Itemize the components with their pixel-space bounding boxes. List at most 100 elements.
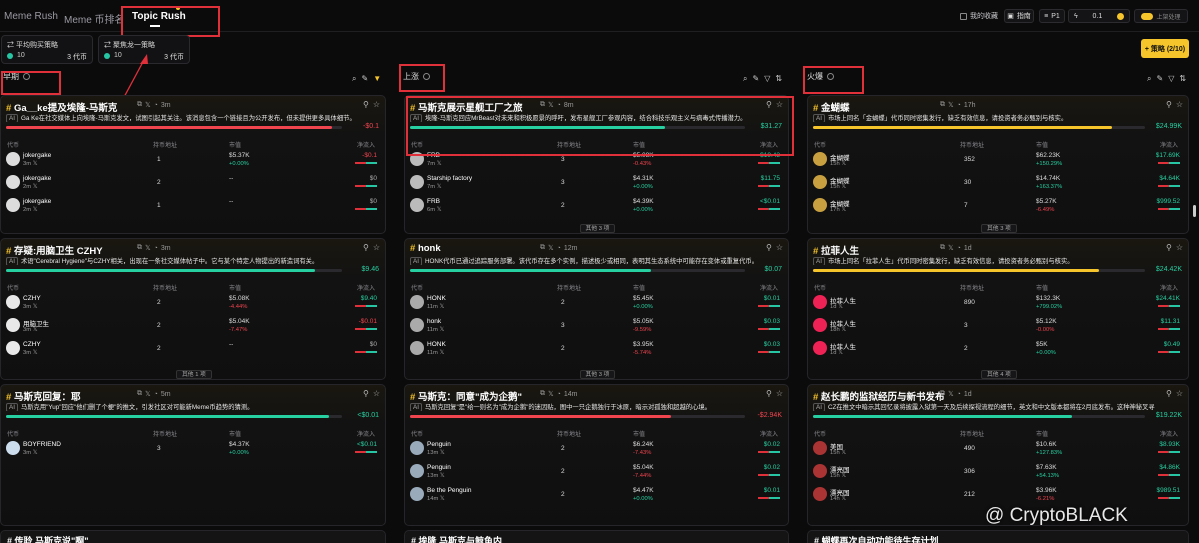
- wand-icon[interactable]: ✎: [1156, 74, 1163, 84]
- show-more-button[interactable]: 其他 4 项: [981, 370, 1017, 379]
- token-row[interactable]: jokergake 3m 𝕏 1 $5.37K +0.00% -$0.1: [1, 149, 385, 172]
- nav-meme-rush[interactable]: Meme Rush: [4, 11, 58, 22]
- token-row[interactable]: HONK 11m 𝕏 2 $5.45K +0.00% $0.01: [405, 292, 788, 315]
- add-strategy-button[interactable]: + 策略 (2/10): [1141, 39, 1189, 58]
- topic-card[interactable]: # 马斯克回复：耶 ⧉ 𝕏 ◔ 5m ⚲ ☆ AI 马斯克用"Yup"回应"他们删了个梗"…: [0, 384, 386, 526]
- topic-card[interactable]: # honk ⧉ 𝕏 ◔ 12m ⚲ ☆ AI HONK代币已通过追踪服务部署。该代币存在…: [404, 238, 789, 380]
- filter-icon[interactable]: ▽: [1168, 74, 1174, 84]
- x-icon[interactable]: 𝕏: [948, 101, 954, 109]
- sort-icon[interactable]: ⇅: [775, 74, 782, 84]
- star-icon[interactable]: ☆: [776, 389, 783, 398]
- token-row[interactable]: 漂亮国 15h 𝕏 306 $7.63K +54.13% $4.86K: [808, 461, 1188, 484]
- token-row[interactable]: Be the Penguin 14m 𝕏 2 $4.47K +0.00% $0.…: [405, 484, 788, 507]
- x-icon[interactable]: 𝕏: [841, 207, 846, 213]
- topic-card[interactable]: # 金蝴蝶 ⧉ 𝕏 ◔ 17h ⚲ ☆ AI 市场上同名「金蝴蝶」代币同时密集发行，缺乏有…: [807, 95, 1189, 234]
- token-row[interactable]: HONK 11m 𝕏 2 $3.95K -5.74% $0.03: [405, 338, 788, 361]
- x-icon[interactable]: 𝕏: [841, 450, 846, 456]
- wand-icon[interactable]: ✎: [752, 74, 759, 84]
- x-icon[interactable]: 𝕏: [33, 350, 38, 356]
- x-icon[interactable]: 𝕏: [838, 350, 843, 356]
- token-row[interactable]: Penguin 13m 𝕏 2 $6.24K -7.43% $0.02: [405, 438, 788, 461]
- token-row[interactable]: 美国 15h 𝕏 490 $10.6K +127.83% $8.93K: [808, 438, 1188, 461]
- star-icon[interactable]: ☆: [1176, 243, 1183, 252]
- x-icon[interactable]: 𝕏: [838, 304, 843, 310]
- x-icon[interactable]: 𝕏: [841, 161, 846, 167]
- x-icon[interactable]: 𝕏: [440, 496, 445, 502]
- copy-icon[interactable]: ⧉: [940, 390, 945, 398]
- show-more-button[interactable]: 其他 1 项: [176, 370, 212, 379]
- x-icon[interactable]: 𝕏: [437, 207, 442, 213]
- favorites-toggle[interactable]: 我的收藏: [960, 9, 998, 23]
- token-row[interactable]: 拉菲人生 18h 𝕏 3 $5.12K -0.00% $11.31: [808, 315, 1188, 338]
- token-row[interactable]: 拉菲人生 1d 𝕏 2 $5K +0.00% $0.49: [808, 338, 1188, 361]
- x-icon[interactable]: 𝕏: [948, 244, 954, 252]
- show-more-button[interactable]: 其他 3 项: [579, 224, 616, 233]
- copy-icon[interactable]: ⧉: [940, 101, 945, 109]
- pin-icon[interactable]: ⚲: [766, 389, 772, 398]
- pin-icon[interactable]: ⚲: [363, 243, 369, 252]
- x-icon[interactable]: 𝕏: [33, 304, 38, 310]
- p1-button[interactable]: ≡ P1: [1039, 9, 1065, 23]
- star-icon[interactable]: ☆: [373, 243, 380, 252]
- x-icon[interactable]: 𝕏: [33, 207, 38, 213]
- star-icon[interactable]: ☆: [776, 243, 783, 252]
- copy-icon[interactable]: ⧉: [540, 390, 545, 398]
- scrollbar[interactable]: [1193, 205, 1196, 217]
- pin-icon[interactable]: ⚲: [766, 243, 772, 252]
- x-icon[interactable]: 𝕏: [548, 244, 554, 252]
- search-icon[interactable]: ⌕: [743, 74, 747, 84]
- token-row[interactable]: 金蝴蝶 15h 𝕏 352 $62.23K +150.29% $17.69K: [808, 149, 1188, 172]
- token-row[interactable]: honk 11m 𝕏 3 $5.05K -9.59% $0.03: [405, 315, 788, 338]
- quick-buy-amount[interactable]: ϟ 0.1: [1068, 9, 1130, 23]
- x-icon[interactable]: 𝕏: [439, 304, 444, 310]
- topic-card-partial[interactable]: # 传聆 马斯克说"啊": [0, 530, 386, 543]
- x-icon[interactable]: 𝕏: [841, 496, 846, 502]
- token-row[interactable]: 拉菲人生 1d 𝕏 890 $132.3K +799.02% $24.41K: [808, 292, 1188, 315]
- copy-icon[interactable]: ⧉: [137, 101, 142, 109]
- star-icon[interactable]: ☆: [1176, 389, 1183, 398]
- show-more-button[interactable]: 其他 3 项: [579, 370, 616, 379]
- topic-card[interactable]: # Ga__ke提及埃隆-马斯克 ⧉ 𝕏 ◔ 3m ⚲ ☆ AI Ga Ke在社交媒体上向…: [0, 95, 386, 234]
- guide-button[interactable]: ▣ 指南: [1004, 9, 1034, 23]
- topic-card-partial[interactable]: # 埃隆 马斯克与鲸鱼内: [404, 530, 789, 543]
- token-row[interactable]: Penguin 13m 𝕏 2 $5.04K -7.44% $0.02: [405, 461, 788, 484]
- search-icon[interactable]: ⌕: [352, 74, 356, 84]
- star-icon[interactable]: ☆: [373, 100, 380, 109]
- x-icon[interactable]: 𝕏: [33, 450, 38, 456]
- copy-icon[interactable]: ⧉: [137, 390, 142, 398]
- x-icon[interactable]: 𝕏: [33, 327, 38, 333]
- token-row[interactable]: 漂亮国 14h 𝕏 212 $3.96K -6.21% $989.51: [808, 484, 1188, 507]
- copy-icon[interactable]: ⧉: [540, 244, 545, 252]
- pin-icon[interactable]: ⚲: [363, 100, 369, 109]
- token-row[interactable]: CZHY 3m 𝕏 2 -- $0: [1, 338, 385, 361]
- x-icon[interactable]: 𝕏: [33, 161, 38, 167]
- x-icon[interactable]: 𝕏: [145, 101, 151, 109]
- x-icon[interactable]: 𝕏: [33, 184, 38, 190]
- copy-icon[interactable]: ⧉: [137, 244, 142, 252]
- pin-icon[interactable]: ⚲: [1166, 243, 1172, 252]
- token-row[interactable]: CZHY 3m 𝕏 2 $5.08K -4.44% $9.40: [1, 292, 385, 315]
- x-icon[interactable]: 𝕏: [548, 390, 554, 398]
- x-icon[interactable]: 𝕏: [841, 327, 846, 333]
- x-icon[interactable]: 𝕏: [437, 184, 442, 190]
- copy-icon[interactable]: ⧉: [940, 244, 945, 252]
- x-icon[interactable]: 𝕏: [439, 327, 444, 333]
- nav-meme-rank[interactable]: Meme 币排名: [64, 11, 125, 26]
- topic-card-partial[interactable]: # 蝴蝶再次自动功能待生存计划: [807, 530, 1189, 543]
- topic-card[interactable]: # 拉菲人生 ⧉ 𝕏 ◔ 1d ⚲ ☆ AI 市场上同名「拉菲人生」代币同时密集发行，缺乏…: [807, 238, 1189, 380]
- token-row[interactable]: BOYFRIEND 3m 𝕏 3 $4.37K +0.00% <$0.01: [1, 438, 385, 461]
- x-icon[interactable]: 𝕏: [841, 473, 846, 479]
- star-icon[interactable]: ☆: [1176, 100, 1183, 109]
- x-icon[interactable]: 𝕏: [440, 473, 445, 479]
- show-more-button[interactable]: 其他 3 项: [981, 224, 1017, 233]
- sort-icon[interactable]: ⇅: [1179, 74, 1186, 84]
- token-row[interactable]: Starship factory 7m 𝕏 3 $4.31K +0.00% $1…: [405, 172, 788, 195]
- x-icon[interactable]: 𝕏: [439, 350, 444, 356]
- token-row[interactable]: 用脑卫生 3m 𝕏 2 $5.04K -7.47% -$0.01: [1, 315, 385, 338]
- wand-icon[interactable]: ✎: [361, 74, 368, 84]
- pin-icon[interactable]: ⚲: [1166, 389, 1172, 398]
- listing-toggle[interactable]: 上架处理: [1134, 9, 1188, 23]
- topic-card[interactable]: # 马斯克：同意"成为企鹅" ⧉ 𝕏 ◔ 14m ⚲ ☆ AI 马斯克回复"是"给一则名为…: [404, 384, 789, 526]
- strategy-card-average[interactable]: ⇄ 平均购买策略 10 3 代币: [1, 35, 93, 64]
- token-row[interactable]: jokergake 2m 𝕏 1 -- $0: [1, 195, 385, 218]
